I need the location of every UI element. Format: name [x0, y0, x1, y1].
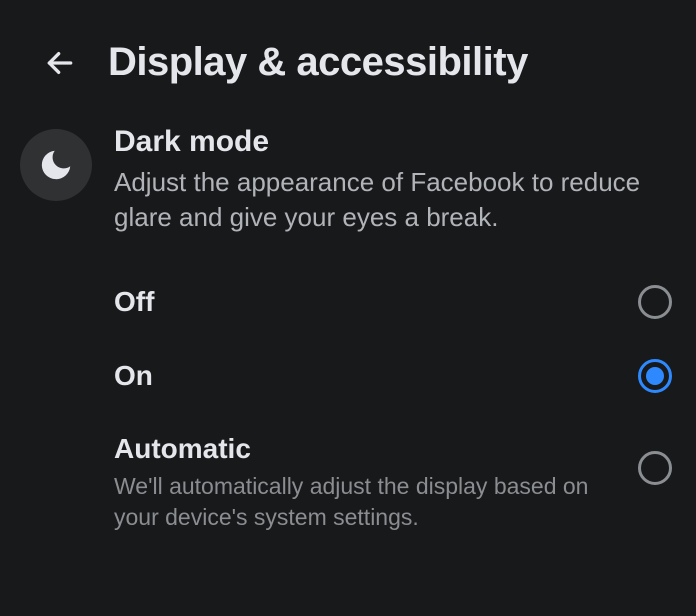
section-title: Dark mode — [114, 125, 676, 159]
option-on[interactable]: On — [114, 339, 672, 413]
radio-on[interactable] — [638, 359, 672, 393]
option-off[interactable]: Off — [114, 265, 672, 339]
option-label: Off — [114, 286, 618, 318]
radio-off[interactable] — [638, 285, 672, 319]
dark-mode-text: Dark mode Adjust the appearance of Faceb… — [114, 125, 676, 235]
header: Display & accessibility — [0, 0, 696, 115]
option-label-wrap: On — [114, 360, 638, 392]
dark-mode-icon-container — [20, 129, 92, 201]
back-button[interactable] — [40, 43, 80, 83]
option-label: On — [114, 360, 618, 392]
radio-automatic[interactable] — [638, 451, 672, 485]
dark-mode-section: Dark mode Adjust the appearance of Faceb… — [0, 115, 696, 235]
section-description: Adjust the appearance of Facebook to red… — [114, 165, 676, 235]
arrow-left-icon — [44, 47, 76, 79]
dark-mode-options: Off On Automatic We'll automatically adj… — [0, 235, 696, 553]
option-label-wrap: Off — [114, 286, 638, 318]
option-automatic[interactable]: Automatic We'll automatically adjust the… — [114, 413, 672, 553]
moon-icon — [37, 146, 75, 184]
page-title: Display & accessibility — [108, 40, 528, 85]
option-label: Automatic — [114, 433, 618, 465]
option-sublabel: We'll automatically adjust the display b… — [114, 471, 618, 533]
option-label-wrap: Automatic We'll automatically adjust the… — [114, 433, 638, 533]
